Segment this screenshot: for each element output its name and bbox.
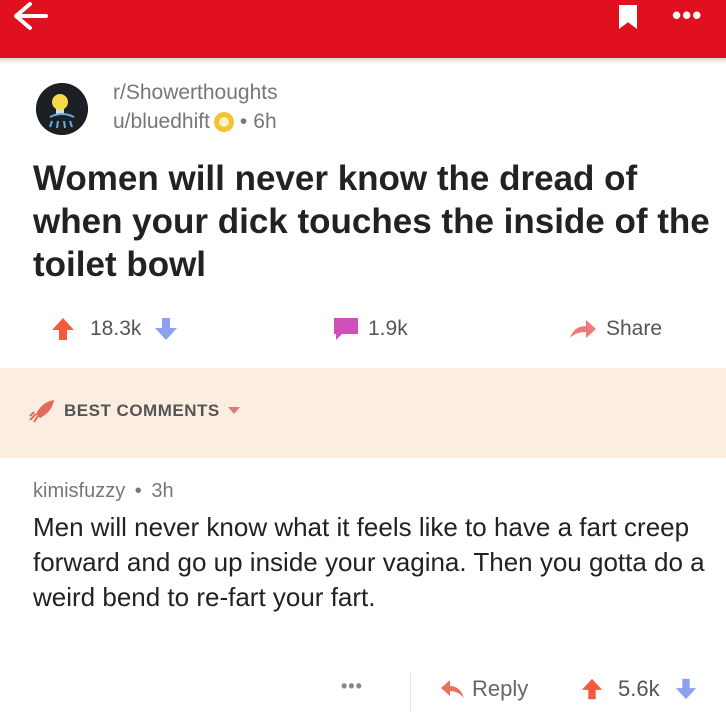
chevron-down-icon [227,407,240,414]
rocket-icon [29,400,54,423]
comment-downvote-icon[interactable] [674,677,698,701]
comments-button[interactable]: 1.9k [332,312,408,346]
more-options-button[interactable]: ••• [672,0,716,30]
comment-body: Men will never know what it feels like t… [33,512,705,612]
comment-separator: • [134,480,142,502]
comment-vote-group: 5.6k [580,676,698,702]
sort-label: BEST COMMENTS [64,401,220,420]
reply-label: Reply [472,676,529,701]
upvote-icon[interactable] [50,316,76,342]
arrow-left-icon[interactable] [12,2,48,30]
bookmark-icon[interactable] [619,5,637,29]
sort-selector[interactable]: BEST COMMENTS [26,398,240,424]
post-actions: 18.3k 1.9k Share [0,312,726,346]
comment-upvote-icon[interactable] [580,677,604,701]
comment-actions: ••• Reply 5.6k [0,672,726,712]
share-icon [570,320,596,338]
subreddit-name[interactable]: r/Showerthoughts [113,81,278,105]
comment-author[interactable]: kimisfuzzy [33,480,125,502]
comment-age: 3h [151,480,174,502]
comment-more-button[interactable]: ••• [341,676,363,697]
post-upvote-count: 18.3k [90,317,142,340]
comment-score: 5.6k [618,676,660,701]
post-age: 6h [253,110,277,133]
meta-separator: • [239,110,248,133]
reply-icon [441,680,464,698]
top-app-bar: ••• [0,0,726,58]
vote-group: 18.3k [50,312,179,346]
action-divider [410,672,411,712]
post-comment-count: 1.9k [368,317,408,340]
comment-sort-bar[interactable]: BEST COMMENTS [0,368,726,458]
comment-icon [334,318,358,340]
reply-button[interactable]: Reply [440,676,528,702]
gold-award-icon [213,112,234,132]
topbar-shadow [0,58,726,64]
post-author[interactable]: u/bluedhift [113,110,210,134]
subreddit-avatar[interactable] [36,83,88,135]
downvote-icon[interactable] [153,316,179,342]
post-title[interactable]: Women will never know the dread of when … [33,157,713,286]
comment-meta: kimisfuzzy • 3h [33,480,174,503]
showerhead-icon [36,83,88,135]
share-button[interactable]: Share [568,312,662,346]
post-meta: u/bluedhift • 6h [113,110,277,134]
share-label: Share [606,317,663,340]
